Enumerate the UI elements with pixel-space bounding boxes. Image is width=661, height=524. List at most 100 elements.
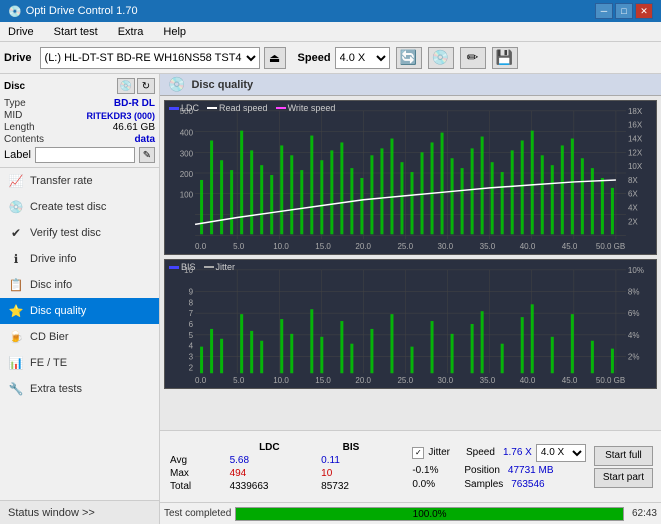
status-window-button[interactable]: Status window >>: [0, 500, 159, 524]
jitter-avg-val: -0.1%: [412, 465, 452, 476]
maximize-button[interactable]: □: [615, 3, 633, 19]
start-full-button[interactable]: Start full: [594, 446, 653, 466]
jitter-speed-panel: ✓ Jitter Speed 1.76 X 4.0 X -0.1% Positi…: [408, 442, 590, 492]
disc-icon-btn[interactable]: 💿: [117, 78, 135, 94]
stats-max-spacer: [387, 467, 409, 480]
disc-quality-icon: ⭐: [8, 303, 24, 319]
stats-max-ldc: 494: [224, 467, 316, 480]
sidebar-item-label-fe-te: FE / TE: [30, 357, 67, 369]
stats-avg-bis: 0.11: [315, 454, 387, 467]
charts-area: LDC Read speed Write speed: [160, 96, 661, 430]
sidebar-item-cd-bier[interactable]: 🍺 CD Bier: [0, 324, 159, 350]
status-window-label: Status window >>: [8, 507, 95, 519]
menu-drive[interactable]: Drive: [4, 24, 38, 40]
app-title: Opti Drive Control 1.70: [26, 5, 138, 17]
svg-text:2X: 2X: [628, 217, 638, 226]
time-text: 62:43: [632, 508, 657, 519]
speed-select[interactable]: 4.0 X: [335, 47, 390, 69]
sidebar-item-verify-test-disc[interactable]: ✔ Verify test disc: [0, 220, 159, 246]
chart1-container: LDC Read speed Write speed: [164, 100, 657, 255]
drive-select[interactable]: (L:) HL-DT-ST BD-RE WH16NS58 TST4: [40, 47, 260, 69]
svg-text:20.0: 20.0: [355, 242, 371, 251]
svg-text:14X: 14X: [628, 135, 643, 144]
menu-extra[interactable]: Extra: [114, 24, 148, 40]
refresh-button[interactable]: 🔄: [396, 47, 422, 69]
disc-contents-value: data: [134, 134, 155, 145]
start-part-button[interactable]: Start part: [594, 468, 653, 488]
svg-text:10.0: 10.0: [273, 376, 289, 385]
jitter-checkbox[interactable]: ✓: [412, 447, 424, 459]
minimize-button[interactable]: ─: [595, 3, 613, 19]
svg-text:6%: 6%: [628, 309, 640, 318]
samples-label: Samples: [464, 479, 503, 490]
sidebar-item-drive-info[interactable]: ℹ Drive info: [0, 246, 159, 272]
disc-type-value: BD-R DL: [114, 98, 155, 109]
save-button[interactable]: 💾: [492, 47, 518, 69]
sidebar-item-disc-info[interactable]: 📋 Disc info: [0, 272, 159, 298]
svg-text:3: 3: [189, 353, 194, 362]
sidebar-item-label-verify-test-disc: Verify test disc: [30, 227, 101, 239]
svg-text:5.0: 5.0: [233, 376, 245, 385]
disc-label-label: Label: [4, 149, 31, 161]
disc-label-row: Label ✎: [4, 147, 155, 163]
fe-te-icon: 📊: [8, 355, 24, 371]
sidebar-item-create-test-disc[interactable]: 💿 Create test disc: [0, 194, 159, 220]
disc-section-label: Disc: [4, 81, 25, 92]
speed-select-stats[interactable]: 4.0 X: [536, 444, 586, 462]
sidebar-item-fe-te[interactable]: 📊 FE / TE: [0, 350, 159, 376]
sidebar-item-disc-quality[interactable]: ⭐ Disc quality: [0, 298, 159, 324]
svg-text:4X: 4X: [628, 204, 638, 213]
svg-text:45.0: 45.0: [562, 376, 578, 385]
sidebar: Disc 💿 ↻ Type BD-R DL MID RITEKDR3 (000)…: [0, 74, 160, 524]
svg-text:45.0: 45.0: [562, 242, 578, 251]
legend-write-speed: Write speed: [276, 103, 336, 113]
svg-text:8: 8: [189, 298, 194, 307]
stats-total-ldc: 4339663: [224, 480, 316, 493]
titlebar-title: 💿 Opti Drive Control 1.70: [8, 5, 138, 18]
disc-refresh-btn[interactable]: ↻: [137, 78, 155, 94]
svg-text:5.0: 5.0: [233, 242, 245, 251]
svg-text:50.0 GB: 50.0 GB: [596, 376, 625, 385]
sidebar-item-transfer-rate[interactable]: 📈 Transfer rate: [0, 168, 159, 194]
stats-avg-spacer: [387, 454, 409, 467]
disc-info-icon: 📋: [8, 277, 24, 293]
legend-jitter: Jitter: [204, 262, 236, 272]
svg-text:300: 300: [180, 149, 194, 158]
menu-start-test[interactable]: Start test: [50, 24, 102, 40]
titlebar-controls: ─ □ ✕: [595, 3, 653, 19]
svg-text:4: 4: [189, 342, 194, 351]
disc-type-row: Type BD-R DL: [4, 98, 155, 109]
stats-col-bis: BIS: [315, 441, 387, 454]
disc-length-row: Length 46.61 GB: [4, 122, 155, 133]
disc-label-input[interactable]: [35, 147, 135, 163]
disc-mid-row: MID RITEKDR3 (000): [4, 110, 155, 121]
disc-contents-row: Contents data: [4, 134, 155, 145]
svg-text:8%: 8%: [628, 288, 640, 297]
svg-text:0.0: 0.0: [195, 376, 207, 385]
stats-col-spacer: [387, 441, 409, 454]
write-button[interactable]: ✏: [460, 47, 486, 69]
status-text: Test completed: [164, 508, 231, 519]
chart2-container: BIS Jitter: [164, 259, 657, 389]
stats-max-bis: 10: [315, 467, 387, 480]
disc-mid-label: MID: [4, 110, 22, 121]
disc-type-label: Type: [4, 98, 26, 109]
progress-text: 100.0%: [236, 509, 623, 520]
sidebar-item-label-extra-tests: Extra tests: [30, 383, 82, 395]
menubar: Drive Start test Extra Help: [0, 22, 661, 42]
svg-text:2%: 2%: [628, 353, 640, 362]
disc-button[interactable]: 💿: [428, 47, 454, 69]
stats-max-label: Max: [164, 467, 224, 480]
close-button[interactable]: ✕: [635, 3, 653, 19]
svg-text:10X: 10X: [628, 162, 643, 171]
jitter-avg-row: -0.1% Position 47731 MB: [412, 465, 586, 476]
svg-text:400: 400: [180, 129, 194, 138]
eject-button[interactable]: ⏏: [264, 47, 286, 69]
menu-help[interactable]: Help: [159, 24, 190, 40]
quality-icon: 💿: [168, 76, 185, 93]
legend-read-speed-label: Read speed: [219, 103, 268, 113]
progress-bar-container: 100.0%: [235, 507, 624, 521]
svg-text:6X: 6X: [628, 190, 638, 199]
sidebar-item-extra-tests[interactable]: 🔧 Extra tests: [0, 376, 159, 402]
disc-label-edit-btn[interactable]: ✎: [139, 147, 155, 163]
